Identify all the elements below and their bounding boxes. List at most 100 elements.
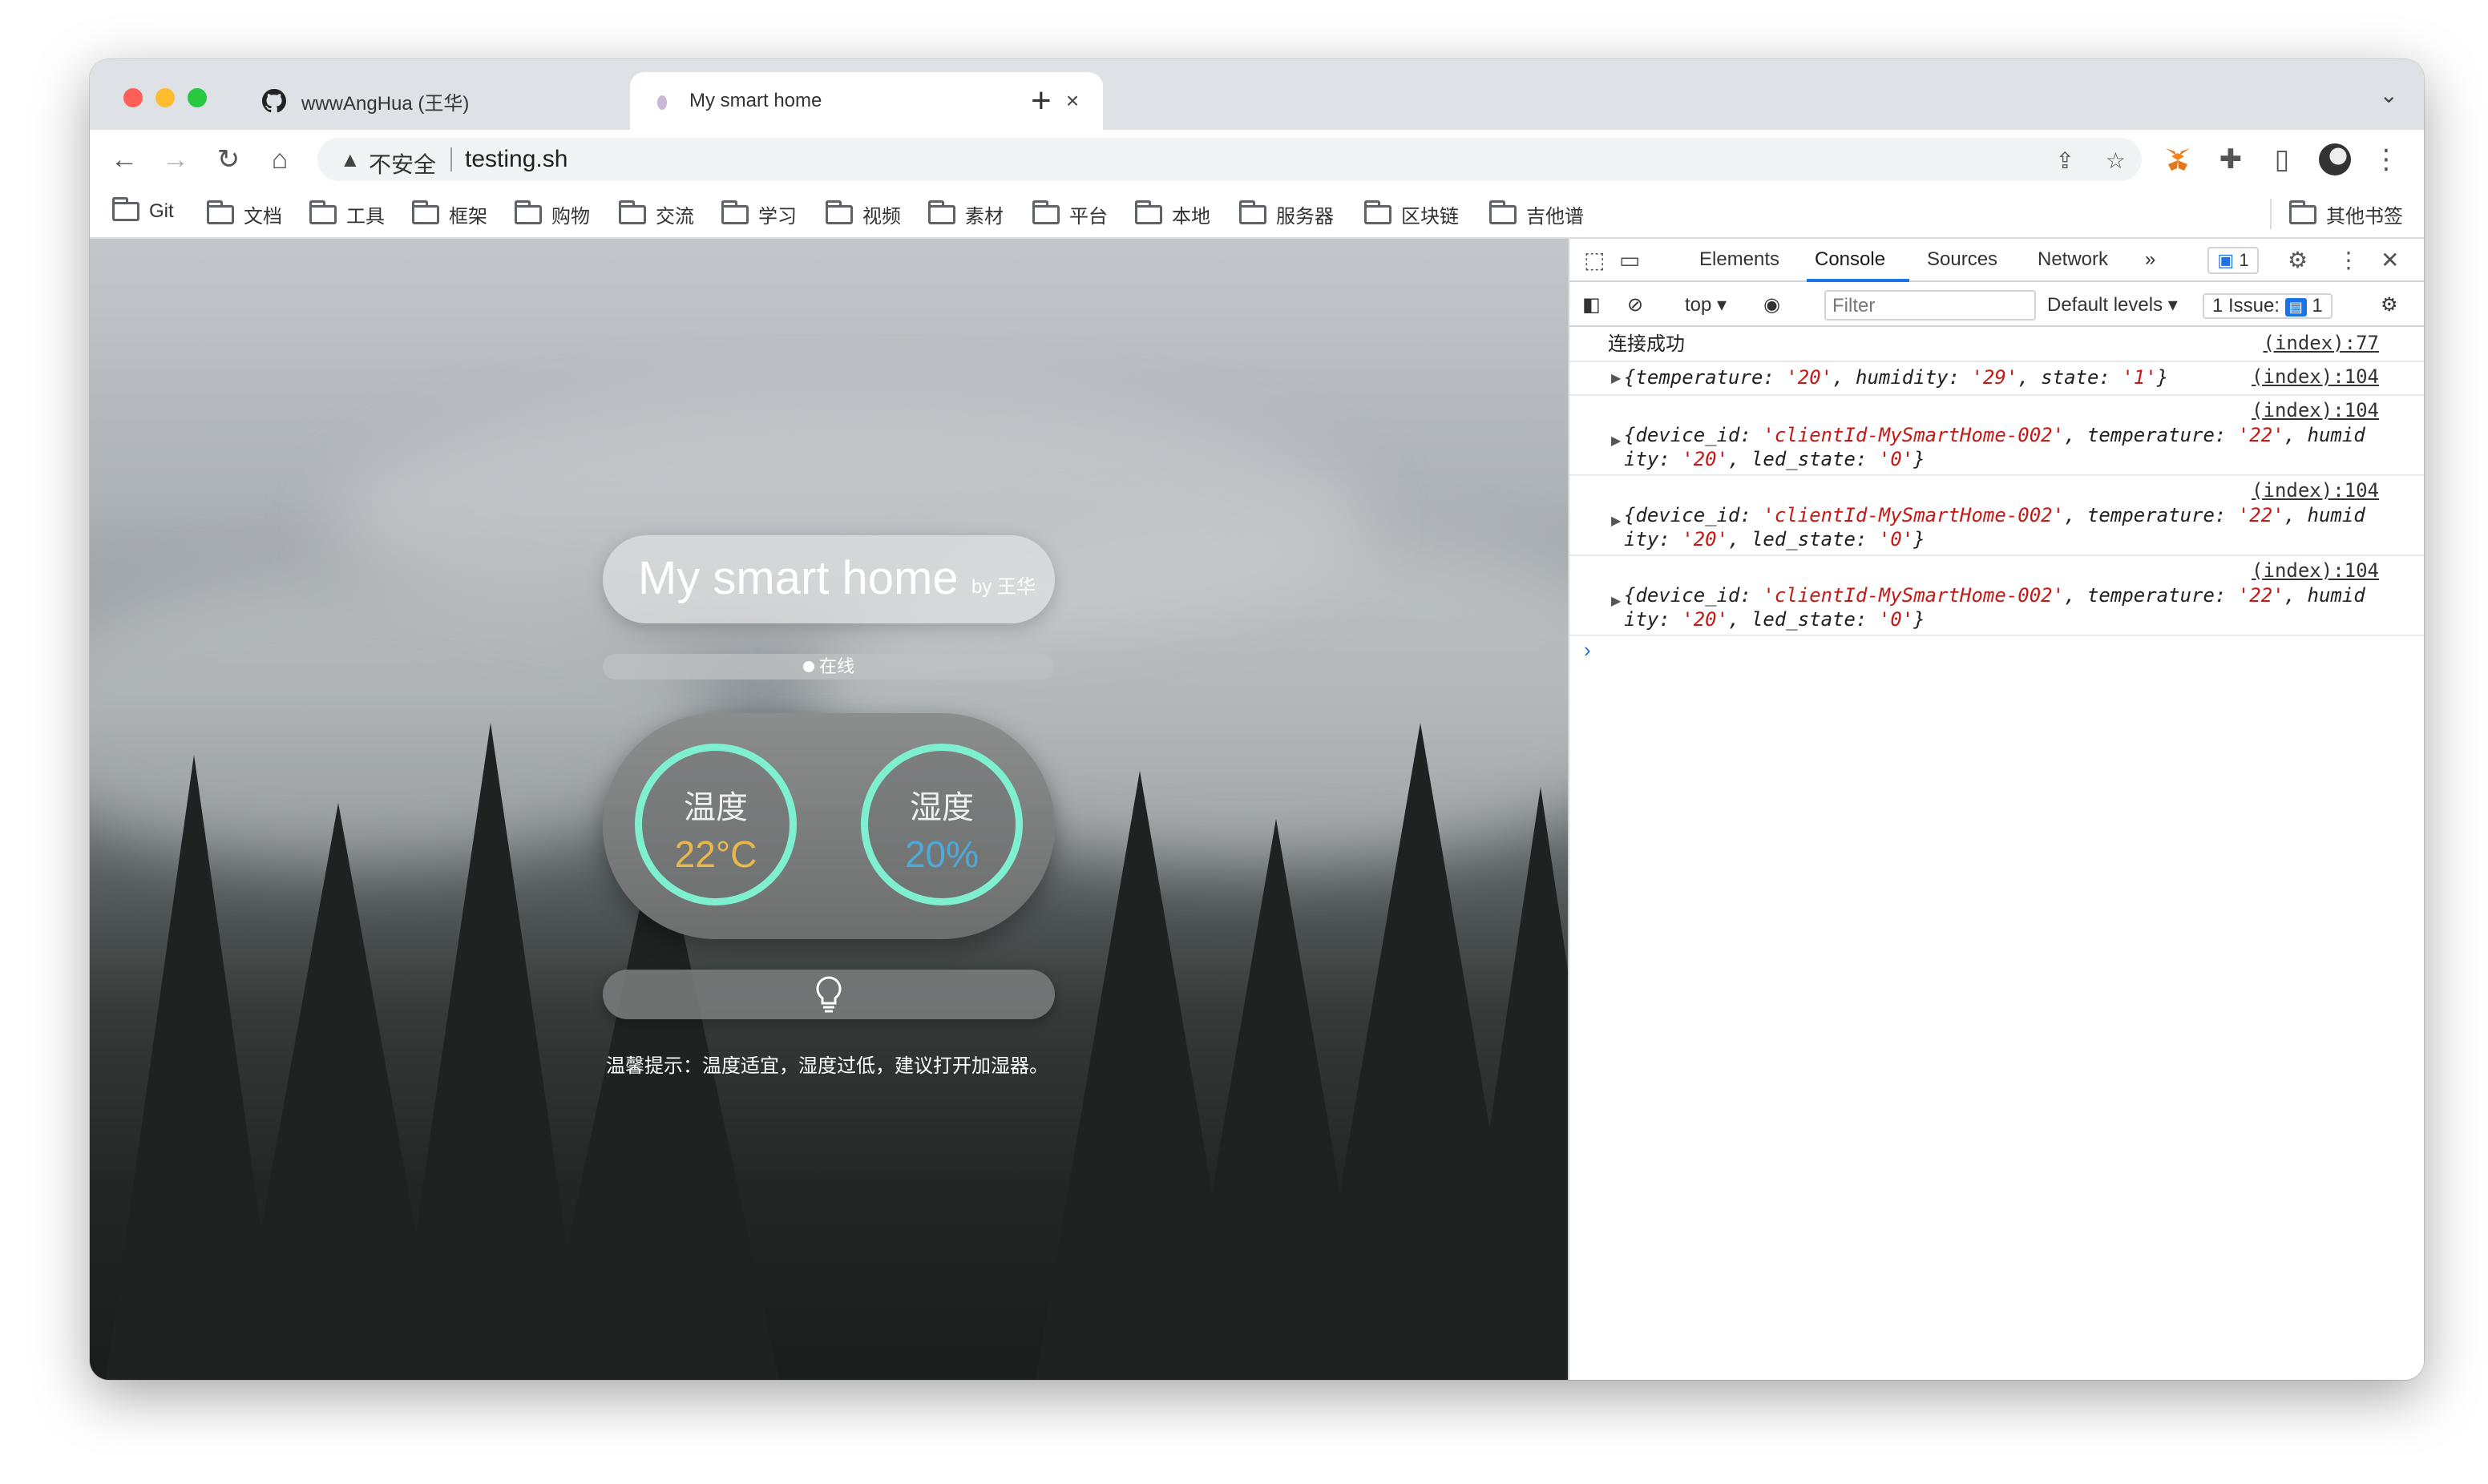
tab-strip: wwwAngHua (王华) × My smart home × + ⌄ (90, 59, 2424, 130)
folder-icon (112, 197, 139, 221)
console-log-row: ▶ {temperature: '20', humidity: '29', st… (1569, 362, 2424, 396)
humidity-value: 20% (904, 833, 979, 875)
close-window-button[interactable] (123, 88, 143, 107)
bookmark-video[interactable]: 视频 (826, 200, 901, 228)
log-source-link[interactable]: (index):104 (2252, 399, 2379, 421)
divider (450, 147, 452, 171)
bookmark-tools[interactable]: 工具 (309, 200, 385, 228)
devtools-panel: ⬚ ▭ Elements Console Sources Network » ▣… (1568, 239, 2424, 1380)
light-toggle-button[interactable] (603, 970, 1055, 1019)
kebab-menu-icon[interactable]: ⋮ (2337, 247, 2360, 273)
browser-window: wwwAngHua (王华) × My smart home × + ⌄ ← →… (90, 59, 2424, 1380)
temperature-label: 温度 (684, 790, 748, 825)
close-icon[interactable]: ✕ (2381, 247, 2399, 273)
console-prompt[interactable]: › (1584, 638, 1591, 663)
forward-button[interactable]: → (157, 141, 194, 178)
avatar[interactable] (2316, 141, 2353, 178)
bookmark-other[interactable]: 其他书签 (2289, 200, 2403, 228)
sidebar-toggle-icon[interactable]: ◧ (1582, 293, 1601, 317)
console-toolbar: ◧ ⊘ top ▾ ◉ Filter Default levels ▾ 1 Is… (1569, 284, 2424, 327)
bookmark-guitar[interactable]: 吉他谱 (1489, 200, 1584, 228)
warning-icon: ▲ (340, 147, 361, 171)
bookmark-local[interactable]: 本地 (1135, 200, 1210, 228)
temperature-gauge: 温度 22°C (635, 744, 797, 905)
clear-console-icon[interactable]: ⊘ (1627, 293, 1643, 317)
log-source-link[interactable]: (index):104 (2252, 479, 2379, 502)
star-icon[interactable]: ☆ (2106, 147, 2126, 174)
folder-icon (309, 200, 337, 224)
maximize-window-button[interactable] (188, 88, 207, 107)
expand-arrow-icon[interactable]: ▶ (1611, 593, 1621, 609)
issues-badge[interactable]: ▣ 1 (2207, 247, 2259, 274)
console-log-row: (index):104 ▶ {device_id: 'clientId-MySm… (1569, 476, 2424, 556)
folder-icon (928, 200, 955, 224)
folder-icon (1489, 200, 1517, 224)
devtools-tabs: ⬚ ▭ Elements Console Sources Network » ▣… (1569, 239, 2424, 282)
github-icon (261, 88, 287, 114)
page-viewport: My smart home by 王华 在线 温度 22°C 湿度 20% 温馨… (90, 239, 1568, 1380)
side-panel-icon[interactable]: ▯ (2264, 141, 2300, 178)
device-toolbar-icon[interactable]: ▭ (1619, 247, 1640, 273)
hint-text: 温馨提示：温度适宜，湿度过低，建议打开加湿器。 (606, 1055, 1048, 1077)
folder-icon (207, 200, 234, 224)
minimize-window-button[interactable] (156, 88, 175, 107)
folder-icon (619, 200, 646, 224)
inspect-icon[interactable]: ⬚ (1584, 247, 1605, 273)
console-settings-icon[interactable]: ⚙ (2381, 293, 2398, 317)
url-text[interactable]: testing.sh (465, 146, 567, 173)
bookmark-shopping[interactable]: 购物 (515, 200, 590, 228)
bookmark-community[interactable]: 交流 (619, 200, 694, 228)
bookmark-git[interactable]: Git (112, 197, 174, 223)
close-icon[interactable]: × (1061, 88, 1084, 114)
tab-title: wwwAngHua (王华) (301, 92, 470, 115)
filter-input[interactable]: Filter (1824, 290, 2036, 321)
toolbar: ← → ↻ ⌂ ▲ 不安全 testing.sh ⇪ ☆ ✚ ▯ ⋮ (90, 130, 2424, 189)
new-tab-button[interactable]: + (1031, 82, 1052, 120)
log-source-link[interactable]: (index):104 (2252, 559, 2379, 582)
more-tabs-icon[interactable]: » (2145, 248, 2155, 271)
bookmark-docs[interactable]: 文档 (207, 200, 282, 228)
share-icon[interactable]: ⇪ (2056, 147, 2074, 174)
bookmark-platform[interactable]: 平台 (1032, 200, 1108, 228)
active-tab-indicator (1807, 279, 1909, 282)
folder-icon (1364, 200, 1391, 224)
divider (2270, 199, 2272, 229)
menu-icon[interactable]: ⋮ (2368, 141, 2405, 178)
expand-arrow-icon[interactable]: ▶ (1611, 433, 1621, 449)
bookmark-servers[interactable]: 服务器 (1239, 200, 1334, 228)
levels-select[interactable]: Default levels ▾ (2047, 293, 2178, 317)
humidity-gauge: 湿度 20% (861, 744, 1023, 905)
bookmark-blockchain[interactable]: 区块链 (1364, 200, 1459, 228)
chevron-down-icon[interactable]: ⌄ (2380, 82, 2398, 108)
status-dot-icon (802, 661, 814, 672)
home-button[interactable]: ⌂ (261, 141, 298, 178)
byline: by 王华 (971, 576, 1036, 598)
tab-network[interactable]: Network (2038, 248, 2108, 271)
back-button[interactable]: ← (106, 141, 143, 178)
tab-elements[interactable]: Elements (1699, 248, 1779, 271)
folder-icon (2289, 200, 2316, 224)
tab-console[interactable]: Console (1815, 248, 1885, 271)
tab-sources[interactable]: Sources (1927, 248, 1997, 271)
gear-icon[interactable]: ⚙ (2288, 247, 2308, 273)
reload-button[interactable]: ↻ (210, 141, 247, 178)
extensions-icon[interactable]: ✚ (2212, 141, 2249, 178)
context-select[interactable]: top ▾ (1685, 293, 1727, 317)
log-source-link[interactable]: (index):104 (2252, 365, 2379, 388)
bookmark-frameworks[interactable]: 框架 (412, 200, 487, 228)
sensor-panel: 温度 22°C 湿度 20% (603, 713, 1055, 939)
folder-icon (412, 200, 439, 224)
favicon-icon (649, 88, 675, 114)
issues-button[interactable]: 1 Issue: ▤ 1 (2203, 293, 2332, 319)
address-bar[interactable]: ▲ 不安全 testing.sh ⇪ ☆ (317, 138, 2142, 181)
eye-icon[interactable]: ◉ (1763, 293, 1780, 317)
message-icon: ▤ (2284, 298, 2307, 317)
log-source-link[interactable]: (index):77 (2264, 332, 2380, 354)
expand-arrow-icon[interactable]: ▶ (1611, 370, 1621, 386)
expand-arrow-icon[interactable]: ▶ (1611, 513, 1621, 529)
bookmark-assets[interactable]: 素材 (928, 200, 1004, 228)
metamask-icon[interactable] (2159, 141, 2196, 178)
folder-icon (515, 200, 542, 224)
bookmark-learning[interactable]: 学习 (721, 200, 797, 228)
console-log-row: 连接成功 (index):77 (1569, 329, 2424, 362)
